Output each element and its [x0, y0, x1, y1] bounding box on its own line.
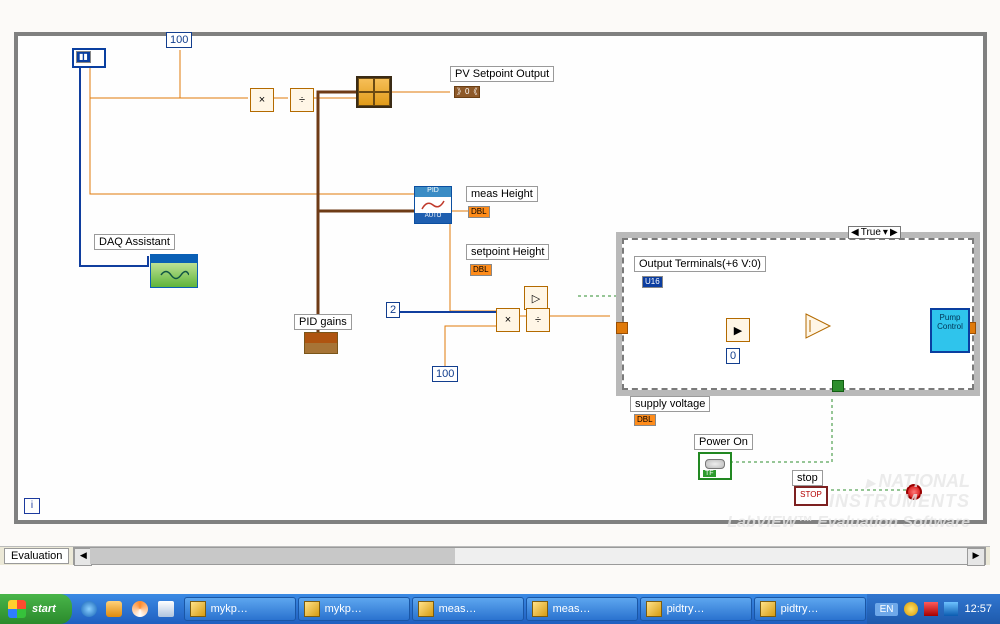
task-button-4[interactable]: pidtry… [640, 597, 752, 621]
start-button[interactable]: start [0, 594, 72, 624]
while-loop-frame[interactable]: i ▮▮ 100 × ÷ PV Setpoint Output 》0《 PID … [14, 32, 987, 524]
case-tunnel-in[interactable] [616, 322, 628, 334]
task-button-1[interactable]: mykp… [298, 597, 410, 621]
indicator-meas-height[interactable]: DBL [468, 206, 490, 218]
labview-icon [646, 601, 662, 617]
label-daq-assistant: DAQ Assistant [94, 234, 175, 250]
tray-icon-1[interactable] [904, 602, 918, 616]
control-output-terminals[interactable]: U16 [642, 276, 663, 288]
labview-icon [304, 601, 320, 617]
horizontal-scrollbar[interactable]: ◀ ▶ [73, 547, 986, 565]
task-label: meas… [553, 603, 591, 615]
indicator-pump-control[interactable]: Pump Control [930, 308, 970, 353]
task-button-0[interactable]: mykp… [184, 597, 296, 621]
power-on-tf: TF [703, 470, 716, 477]
pid-icon-top: PID [415, 187, 451, 197]
label-setpoint-height: setpoint Height [466, 244, 549, 260]
label-pv-setpoint-output: PV Setpoint Output [450, 66, 554, 82]
case-selector-value: True [861, 227, 881, 238]
explorer-icon[interactable] [106, 601, 122, 617]
array-input-tunnel[interactable]: ▮▮ [72, 48, 106, 68]
windows-taskbar: start mykp… mykp… meas… meas… pidtry… pi… [0, 594, 1000, 624]
array-tunnel-tag: ▮▮ [76, 51, 91, 63]
labview-icon [418, 601, 434, 617]
label-stop: stop [792, 470, 823, 486]
tray-icon-2[interactable] [924, 602, 938, 616]
stop-button[interactable]: STOP [794, 486, 828, 506]
multiply-op-top[interactable]: × [250, 88, 274, 112]
start-label: start [32, 603, 56, 615]
pid-icon-mid [415, 197, 451, 213]
multiply-op-mid[interactable]: × [496, 308, 520, 332]
clock[interactable]: 12:57 [964, 603, 992, 615]
case-dropdown-icon[interactable]: ▾ [883, 227, 888, 238]
show-desktop-icon[interactable] [158, 601, 174, 617]
divide-op-mid[interactable]: ÷ [526, 308, 550, 332]
case-prev-icon[interactable]: ◀ [851, 227, 859, 238]
daq-assistant-node[interactable] [150, 254, 198, 288]
control-setpoint-height[interactable]: DBL [470, 264, 492, 276]
task-label: mykp… [325, 603, 362, 615]
case-selector[interactable]: ◀ True ▾ ▶ [848, 226, 901, 239]
bundle-node[interactable] [356, 76, 392, 108]
case-next-icon[interactable]: ▶ [890, 227, 898, 238]
bottom-scroll-row: Evaluation ◀ ▶ [0, 546, 990, 565]
task-label: meas… [439, 603, 477, 615]
labview-icon [760, 601, 776, 617]
task-label: pidtry… [667, 603, 705, 615]
ie-icon[interactable] [81, 601, 97, 617]
task-label: mykp… [211, 603, 248, 615]
control-supply-voltage[interactable]: DBL [634, 414, 656, 426]
case-selector-terminal[interactable] [832, 380, 844, 392]
constant-100-top[interactable]: 100 [166, 32, 192, 48]
pid-icon-bottom: AUTO [415, 213, 451, 223]
control-power-on[interactable]: TF [698, 452, 732, 480]
language-indicator[interactable]: EN [875, 603, 899, 616]
task-button-3[interactable]: meas… [526, 597, 638, 621]
indicator-pv-setpoint-output[interactable]: 》0《 [454, 86, 480, 98]
wave-icon [159, 267, 189, 283]
system-tray: EN 12:57 [867, 594, 1000, 624]
constant-2[interactable]: 2 [386, 302, 400, 318]
constant-0[interactable]: 0 [726, 348, 740, 364]
label-output-terminals: Output Terminals(+6 V:0) [634, 256, 766, 272]
loop-iteration: i [24, 498, 40, 514]
loop-stop-terminal[interactable] [906, 484, 922, 500]
scroll-right-icon[interactable]: ▶ [967, 548, 985, 566]
case-structure[interactable]: ◀ True ▾ ▶ Output Terminals(+6 V:0) U16 … [616, 232, 980, 396]
label-power-on: Power On [694, 434, 753, 450]
task-button-2[interactable]: meas… [412, 597, 524, 621]
led-icon [705, 459, 725, 469]
label-pid-gains: PID gains [294, 314, 352, 330]
constant-100-bottom[interactable]: 100 [432, 366, 458, 382]
task-button-5[interactable]: pidtry… [754, 597, 866, 621]
label-supply-voltage: supply voltage [630, 396, 710, 412]
pid-vi-node[interactable]: PID AUTO [414, 186, 452, 224]
labview-icon [532, 601, 548, 617]
passthrough-op[interactable]: ▶ [726, 318, 750, 342]
divide-op-top[interactable]: ÷ [290, 88, 314, 112]
tray-icon-3[interactable] [944, 602, 958, 616]
quick-launch [72, 594, 183, 624]
compare-gt-op[interactable]: ▷ [524, 286, 548, 310]
labview-icon [190, 601, 206, 617]
scroll-thumb[interactable] [90, 548, 454, 564]
task-label: pidtry… [781, 603, 819, 615]
windows-flag-icon [8, 600, 26, 618]
tab-evaluation[interactable]: Evaluation [4, 548, 69, 564]
label-meas-height: meas Height [466, 186, 538, 202]
select-node[interactable] [804, 312, 832, 340]
vlc-icon[interactable] [132, 601, 148, 617]
control-pid-gains[interactable] [304, 332, 338, 354]
